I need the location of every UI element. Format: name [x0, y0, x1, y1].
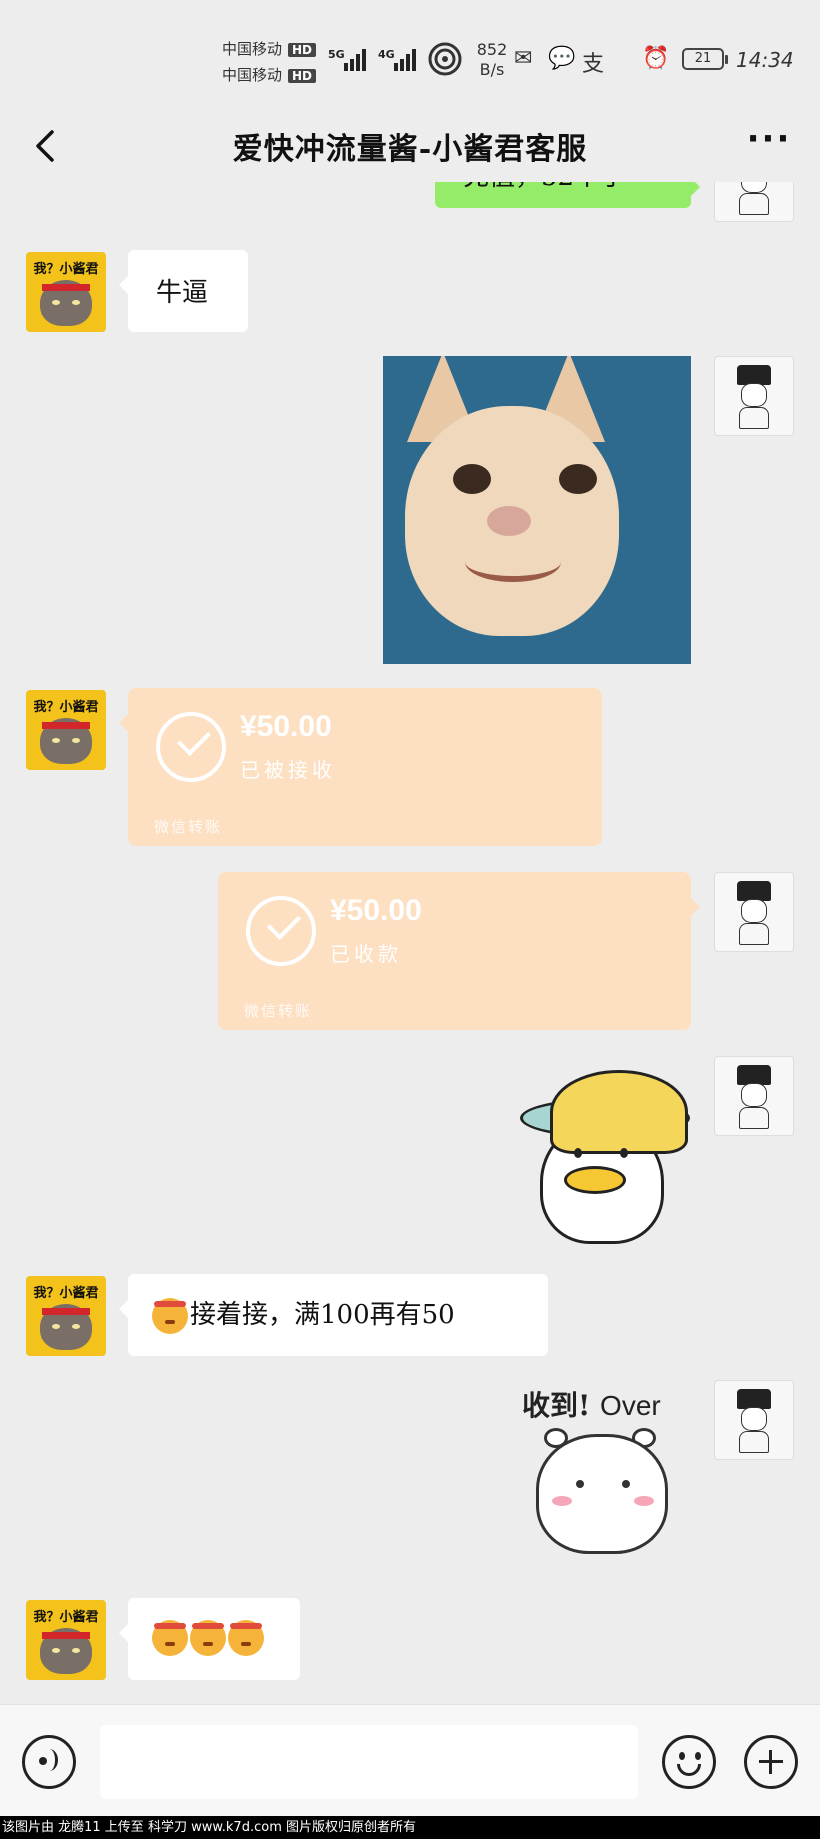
message-bubble-incoming[interactable]	[119, 1598, 300, 1680]
duck-sticker[interactable]	[520, 1062, 692, 1252]
contact-avatar[interactable]: 我？小酱君	[26, 1600, 106, 1680]
more-options-button[interactable]: ···	[744, 122, 794, 166]
contact-avatar[interactable]: 我？小酱君	[26, 690, 106, 770]
wifi-icon	[428, 42, 462, 76]
message-bubble-incoming[interactable]: 接着接，满100再有50	[119, 1274, 548, 1356]
contact-avatar[interactable]: 我？小酱君	[26, 1276, 106, 1356]
clock: 14:34	[736, 48, 794, 72]
emoji-button[interactable]	[662, 1735, 716, 1789]
my-avatar[interactable]	[714, 1056, 794, 1136]
shush-emoji-icon	[228, 1620, 264, 1656]
footer-caption: 该图片由 龙腾11 上传至 科学刀 www.k7d.com 图片版权归原创者所有	[0, 1816, 820, 1839]
my-avatar[interactable]	[714, 1380, 794, 1460]
transfer-status: 已被接收	[240, 758, 336, 782]
message-icon: 💬	[548, 46, 576, 71]
transfer-card-collected[interactable]: ¥50.00 已收款 微信转账	[218, 872, 700, 1030]
signal-icon-2: 4G	[378, 44, 422, 74]
my-avatar[interactable]	[714, 872, 794, 952]
my-avatar[interactable]	[714, 182, 794, 222]
chat-title: 爱快冲流量酱-小酱君客服	[232, 132, 588, 167]
signal-icon: 5G	[328, 44, 372, 74]
bear-sticker[interactable]: 收到! Over	[522, 1384, 692, 1574]
message-bubble-incoming[interactable]: 牛逼	[119, 250, 248, 332]
battery-icon: 21	[682, 48, 728, 70]
carrier-1: 中国移动 HD	[222, 38, 317, 59]
chat-area[interactable]: 充值，52个了 我？小酱君 牛逼 我？小酱君 ¥50.00 已被接收 微信转账	[0, 182, 820, 1704]
shush-emoji-icon	[190, 1620, 226, 1656]
input-bar	[0, 1704, 820, 1816]
contact-avatar[interactable]: 我？小酱君	[26, 252, 106, 332]
network-speed: 852 B/s	[476, 40, 508, 79]
check-circle-icon	[156, 712, 226, 782]
transfer-amount: ¥50.00	[330, 894, 422, 927]
transfer-amount: ¥50.00	[240, 710, 332, 743]
transfer-status: 已收款	[330, 942, 402, 966]
shush-emoji-icon	[152, 1298, 188, 1334]
status-bar: 中国移动 HD 中国移动 HD 5G 4G 852 B/s ✉ 💬 支 ⏰ 21 1…	[0, 0, 820, 110]
transfer-source: 微信转账	[244, 1002, 313, 1020]
my-avatar[interactable]	[714, 356, 794, 436]
message-bubble-outgoing[interactable]: 充值，52个了	[435, 182, 700, 208]
title-bar: 爱快冲流量酱-小酱君客服 ···	[0, 110, 820, 182]
alipay-icon: 支	[582, 52, 605, 77]
message-input[interactable]	[100, 1725, 638, 1799]
transfer-card-received[interactable]: ¥50.00 已被接收 微信转账	[119, 688, 602, 846]
wechat-icon: ✉	[514, 46, 533, 71]
more-functions-button[interactable]	[744, 1735, 798, 1789]
alarm-icon: ⏰	[642, 46, 670, 71]
shush-emoji-icon	[152, 1620, 188, 1656]
voice-input-button[interactable]	[22, 1735, 76, 1789]
image-message[interactable]	[383, 356, 691, 664]
carrier-2: 中国移动 HD	[222, 64, 317, 85]
transfer-source: 微信转账	[154, 818, 223, 836]
check-circle-icon	[246, 896, 316, 966]
